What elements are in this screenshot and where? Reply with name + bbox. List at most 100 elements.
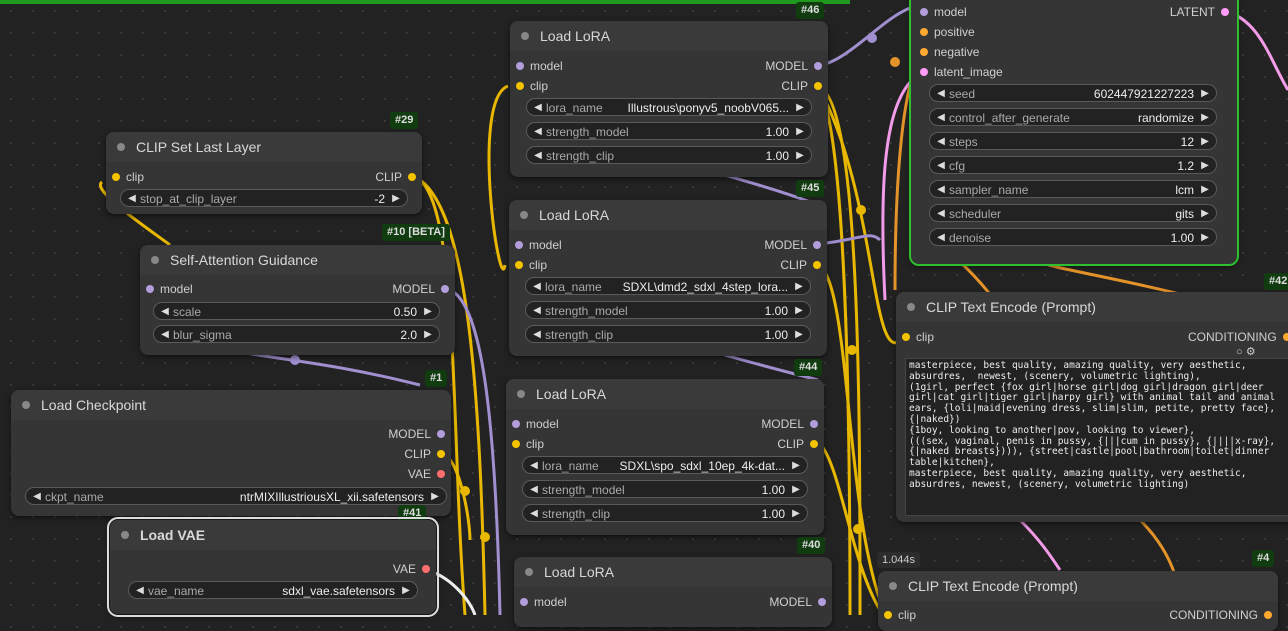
input-model-slot[interactable]: model bbox=[920, 3, 967, 21]
arrow-left-icon[interactable]: ◀ bbox=[528, 481, 540, 499]
arrow-right-icon[interactable]: ▶ bbox=[400, 582, 412, 600]
model-pin-icon[interactable] bbox=[515, 241, 523, 249]
arrow-left-icon[interactable]: ◀ bbox=[31, 488, 43, 506]
collapse-dot-icon[interactable] bbox=[517, 390, 525, 398]
strength-model-widget[interactable]: ◀ strength_model 1.00 ▶ bbox=[526, 122, 812, 140]
clip-pin-icon[interactable] bbox=[813, 261, 821, 269]
load-lora-node-44[interactable]: Load LoRA model clip MODEL CLIP ◀ lora_na… bbox=[506, 379, 824, 535]
stop-at-clip-layer-widget[interactable]: ◀ stop_at_clip_layer -2 ▶ bbox=[120, 189, 408, 207]
load-lora-node-45[interactable]: Load LoRA model clip MODEL CLIP ◀ lora_na… bbox=[509, 200, 827, 356]
output-conditioning-slot[interactable]: CONDITIONING bbox=[1169, 606, 1272, 624]
input-clip-slot[interactable]: clip bbox=[515, 256, 547, 274]
arrow-left-icon[interactable]: ◀ bbox=[532, 123, 544, 141]
clip-pin-icon[interactable] bbox=[515, 261, 523, 269]
input-negative-slot[interactable]: negative bbox=[920, 43, 979, 61]
node-title[interactable]: Load LoRA bbox=[514, 557, 832, 587]
load-lora-node-46[interactable]: Load LoRA model clip MODEL CLIP ◀ lora_na… bbox=[510, 21, 828, 177]
arrow-right-icon[interactable]: ▶ bbox=[1199, 181, 1211, 199]
collapse-dot-icon[interactable] bbox=[151, 256, 159, 264]
arrow-right-icon[interactable]: ▶ bbox=[422, 326, 434, 344]
model-pin-icon[interactable] bbox=[441, 285, 449, 293]
arrow-left-icon[interactable]: ◀ bbox=[935, 109, 947, 127]
node-title[interactable]: CLIP Text Encode (Prompt) bbox=[878, 571, 1278, 601]
model-pin-icon[interactable] bbox=[814, 62, 822, 70]
input-clip-slot[interactable]: clip bbox=[902, 328, 934, 346]
conditioning-pin-icon[interactable] bbox=[1282, 333, 1288, 341]
strength-clip-widget[interactable]: ◀ strength_clip 1.00 ▶ bbox=[522, 504, 808, 522]
scheduler-widget[interactable]: ◀ scheduler gits ▶ bbox=[929, 204, 1217, 222]
prompt-textarea[interactable]: masterpiece, best quality, amazing quali… bbox=[905, 358, 1288, 516]
widget-option-icons[interactable]: ○ ⚙ bbox=[1236, 345, 1256, 358]
input-model-slot[interactable]: model bbox=[516, 57, 563, 75]
arrow-left-icon[interactable]: ◀ bbox=[531, 278, 543, 296]
vae-pin-icon[interactable] bbox=[422, 565, 430, 573]
arrow-right-icon[interactable]: ▶ bbox=[422, 303, 434, 321]
model-pin-icon[interactable] bbox=[818, 598, 826, 606]
arrow-right-icon[interactable]: ▶ bbox=[790, 481, 802, 499]
clip-pin-icon[interactable] bbox=[112, 173, 120, 181]
clip-pin-icon[interactable] bbox=[814, 82, 822, 90]
arrow-left-icon[interactable]: ◀ bbox=[159, 303, 171, 321]
output-clip-slot[interactable]: CLIP bbox=[780, 256, 821, 274]
input-model-slot[interactable]: model bbox=[512, 415, 559, 433]
output-clip-slot[interactable]: CLIP bbox=[777, 435, 818, 453]
node-title[interactable]: Load LoRA bbox=[506, 379, 824, 409]
clip-text-encode-node-4[interactable]: CLIP Text Encode (Prompt) clip CONDITION… bbox=[878, 571, 1278, 631]
arrow-right-icon[interactable]: ▶ bbox=[1199, 109, 1211, 127]
collapse-dot-icon[interactable] bbox=[22, 401, 30, 409]
output-clip-slot[interactable]: CLIP bbox=[781, 77, 822, 95]
circle-icon[interactable]: ○ bbox=[1236, 346, 1243, 358]
clip-pin-icon[interactable] bbox=[516, 82, 524, 90]
output-model-slot[interactable]: MODEL bbox=[388, 425, 445, 443]
collapse-dot-icon[interactable] bbox=[525, 568, 533, 576]
strength-clip-widget[interactable]: ◀ strength_clip 1.00 ▶ bbox=[526, 146, 812, 164]
model-pin-icon[interactable] bbox=[437, 430, 445, 438]
input-model-slot[interactable]: model bbox=[146, 280, 193, 298]
arrow-right-icon[interactable]: ▶ bbox=[794, 123, 806, 141]
input-model-slot[interactable]: model bbox=[520, 593, 567, 611]
lora-name-widget[interactable]: ◀ lora_name Illustrous\ponyv5_noobV065... ▶ bbox=[526, 98, 812, 116]
node-title[interactable]: Load LoRA bbox=[510, 21, 828, 51]
model-pin-icon[interactable] bbox=[512, 420, 520, 428]
output-vae-slot[interactable]: VAE bbox=[393, 560, 430, 578]
steps-widget[interactable]: ◀ steps 12 ▶ bbox=[929, 132, 1217, 150]
output-model-slot[interactable]: MODEL bbox=[761, 415, 818, 433]
output-latent-slot[interactable]: LATENT bbox=[1170, 3, 1229, 21]
arrow-right-icon[interactable]: ▶ bbox=[790, 505, 802, 523]
blur-sigma-widget[interactable]: ◀ blur_sigma 2.0 ▶ bbox=[153, 325, 440, 343]
arrow-left-icon[interactable]: ◀ bbox=[126, 190, 138, 208]
sampler-name-widget[interactable]: ◀ sampler_name lcm ▶ bbox=[929, 180, 1217, 198]
node-title[interactable]: Load VAE bbox=[110, 520, 436, 550]
collapse-dot-icon[interactable] bbox=[520, 211, 528, 219]
model-pin-icon[interactable] bbox=[146, 285, 154, 293]
arrow-left-icon[interactable]: ◀ bbox=[532, 99, 544, 117]
collapse-dot-icon[interactable] bbox=[521, 32, 529, 40]
arrow-left-icon[interactable]: ◀ bbox=[528, 457, 540, 475]
arrow-left-icon[interactable]: ◀ bbox=[134, 582, 146, 600]
load-vae-node-41[interactable]: Load VAE VAE ◀ vae_name sdxl_vae.safetenso… bbox=[107, 517, 439, 617]
arrow-right-icon[interactable]: ▶ bbox=[1199, 133, 1211, 151]
model-pin-icon[interactable] bbox=[520, 598, 528, 606]
model-pin-icon[interactable] bbox=[813, 241, 821, 249]
arrow-right-icon[interactable]: ▶ bbox=[390, 190, 402, 208]
arrow-left-icon[interactable]: ◀ bbox=[935, 133, 947, 151]
self-attention-guidance-node-10[interactable]: Self-Attention Guidance model MODEL ◀ sca… bbox=[140, 245, 455, 355]
arrow-right-icon[interactable]: ▶ bbox=[793, 278, 805, 296]
latent-pin-icon[interactable] bbox=[1221, 8, 1229, 16]
denoise-widget[interactable]: ◀ denoise 1.00 ▶ bbox=[929, 228, 1217, 246]
strength-model-widget[interactable]: ◀ strength_model 1.00 ▶ bbox=[525, 301, 811, 319]
lora-name-widget[interactable]: ◀ lora_name SDXL\dmd2_sdxl_4step_lora... ▶ bbox=[525, 277, 811, 295]
strength-clip-widget[interactable]: ◀ strength_clip 1.00 ▶ bbox=[525, 325, 811, 343]
collapse-dot-icon[interactable] bbox=[117, 143, 125, 151]
ckpt-name-widget[interactable]: ◀ ckpt_name ntrMIXIllustriousXL_xii.safete… bbox=[25, 487, 447, 505]
output-conditioning-slot[interactable]: CONDITIONING bbox=[1188, 328, 1288, 346]
arrow-right-icon[interactable]: ▶ bbox=[1199, 157, 1211, 175]
clip-text-encode-node-42[interactable]: CLIP Text Encode (Prompt) clip CONDITION… bbox=[896, 292, 1288, 522]
seed-widget[interactable]: ◀ seed 602447921227223 ▶ bbox=[929, 84, 1217, 102]
node-title[interactable]: Load LoRA bbox=[509, 200, 827, 230]
arrow-right-icon[interactable]: ▶ bbox=[1199, 85, 1211, 103]
model-pin-icon[interactable] bbox=[516, 62, 524, 70]
load-lora-node-40[interactable]: Load LoRA model MODEL bbox=[514, 557, 832, 627]
arrow-left-icon[interactable]: ◀ bbox=[528, 505, 540, 523]
arrow-left-icon[interactable]: ◀ bbox=[935, 229, 947, 247]
